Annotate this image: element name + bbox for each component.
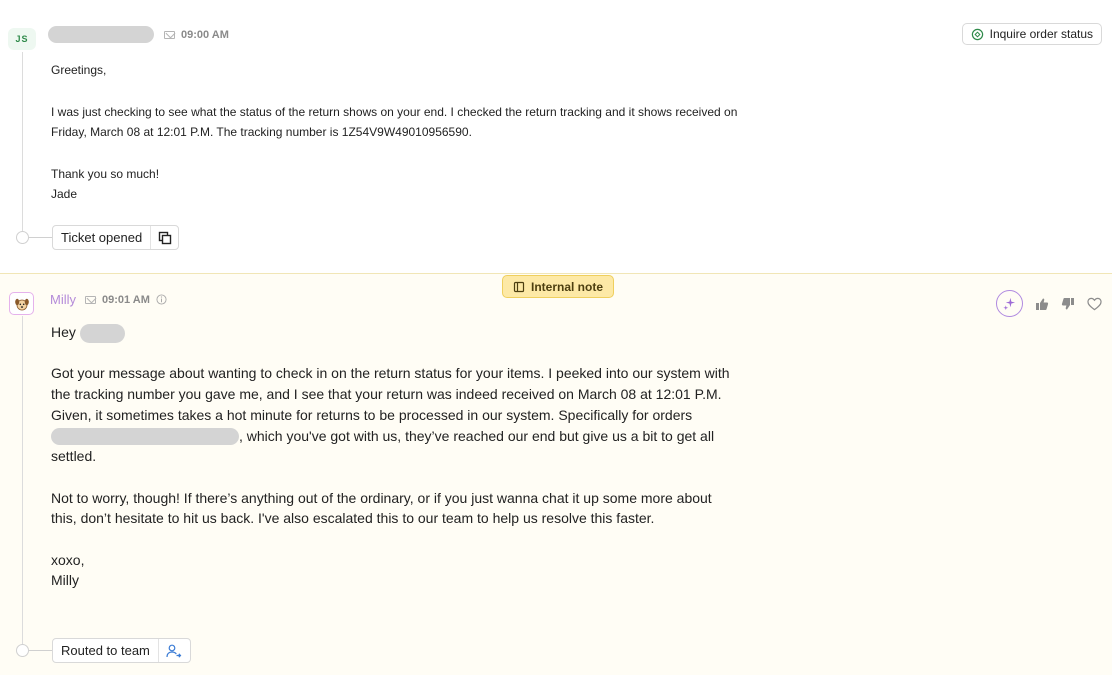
agent-internal-note: Internal note Milly 09:01 AM Hey Got you… — [0, 273, 1112, 675]
thumbs-down-icon[interactable] — [1061, 297, 1075, 311]
redacted-order-numbers — [51, 428, 239, 446]
redacted-customer-name — [48, 26, 154, 43]
message-paragraph: Not to worry, though! If there’s anythin… — [51, 489, 712, 527]
redacted-customer-name — [79, 323, 125, 343]
internal-note-label: Internal note — [531, 279, 604, 294]
message-signoff: Milly — [51, 572, 79, 589]
message-actions — [996, 290, 1102, 317]
timeline-branch — [29, 650, 53, 651]
mail-icon — [164, 30, 175, 39]
customer-message: JS 09:00 AM Inquire order status Greetin… — [0, 0, 1112, 273]
internal-note-badge: Internal note — [502, 275, 615, 298]
heart-icon[interactable] — [1087, 297, 1102, 311]
message-line: I was just checking to see what the stat… — [51, 104, 738, 140]
customer-message-body: Greetings, I was just checking to see wh… — [51, 60, 751, 205]
ticket-opened-label: Ticket opened — [61, 230, 143, 245]
copy-icon[interactable] — [150, 226, 178, 249]
agent-name: Milly — [50, 292, 76, 307]
intent-icon — [971, 28, 983, 40]
message-line: Thank you so much! — [51, 166, 160, 181]
customer-avatar: JS — [8, 28, 36, 50]
assign-user-icon[interactable] — [157, 639, 190, 662]
timeline-dot — [16, 231, 29, 244]
message-header: Milly 09:01 AM — [50, 292, 167, 307]
routed-to-team-event[interactable]: Routed to team — [52, 638, 191, 663]
message-time: 09:01 AM — [102, 293, 150, 306]
inquire-order-status-button[interactable]: Inquire order status — [961, 23, 1102, 45]
routed-to-team-label: Routed to team — [61, 643, 150, 658]
timeline-branch — [29, 237, 53, 238]
message-time: 09:00 AM — [181, 28, 229, 41]
timeline-dot — [16, 644, 29, 657]
message-line: Jade — [51, 187, 78, 201]
mail-icon — [85, 295, 96, 304]
ticket-opened-event[interactable]: Ticket opened — [52, 225, 180, 250]
info-icon[interactable] — [156, 294, 167, 305]
message-paragraph: Got your message about wanting to check … — [51, 365, 730, 465]
timeline-line — [22, 316, 23, 646]
message-signoff: xoxo, — [51, 551, 85, 568]
inquire-order-status-label: Inquire order status — [989, 27, 1093, 41]
timeline-line — [22, 52, 23, 238]
message-line: Greetings, — [51, 63, 107, 77]
thumbs-up-icon[interactable] — [1035, 297, 1049, 311]
ai-sparkle-icon[interactable] — [996, 290, 1023, 317]
note-icon — [513, 281, 525, 292]
message-greeting: Hey — [51, 322, 731, 343]
agent-message-body: Hey Got your message about wanting to ch… — [51, 322, 731, 591]
dog-avatar-icon — [9, 292, 34, 315]
message-header: 09:00 AM — [48, 26, 229, 43]
